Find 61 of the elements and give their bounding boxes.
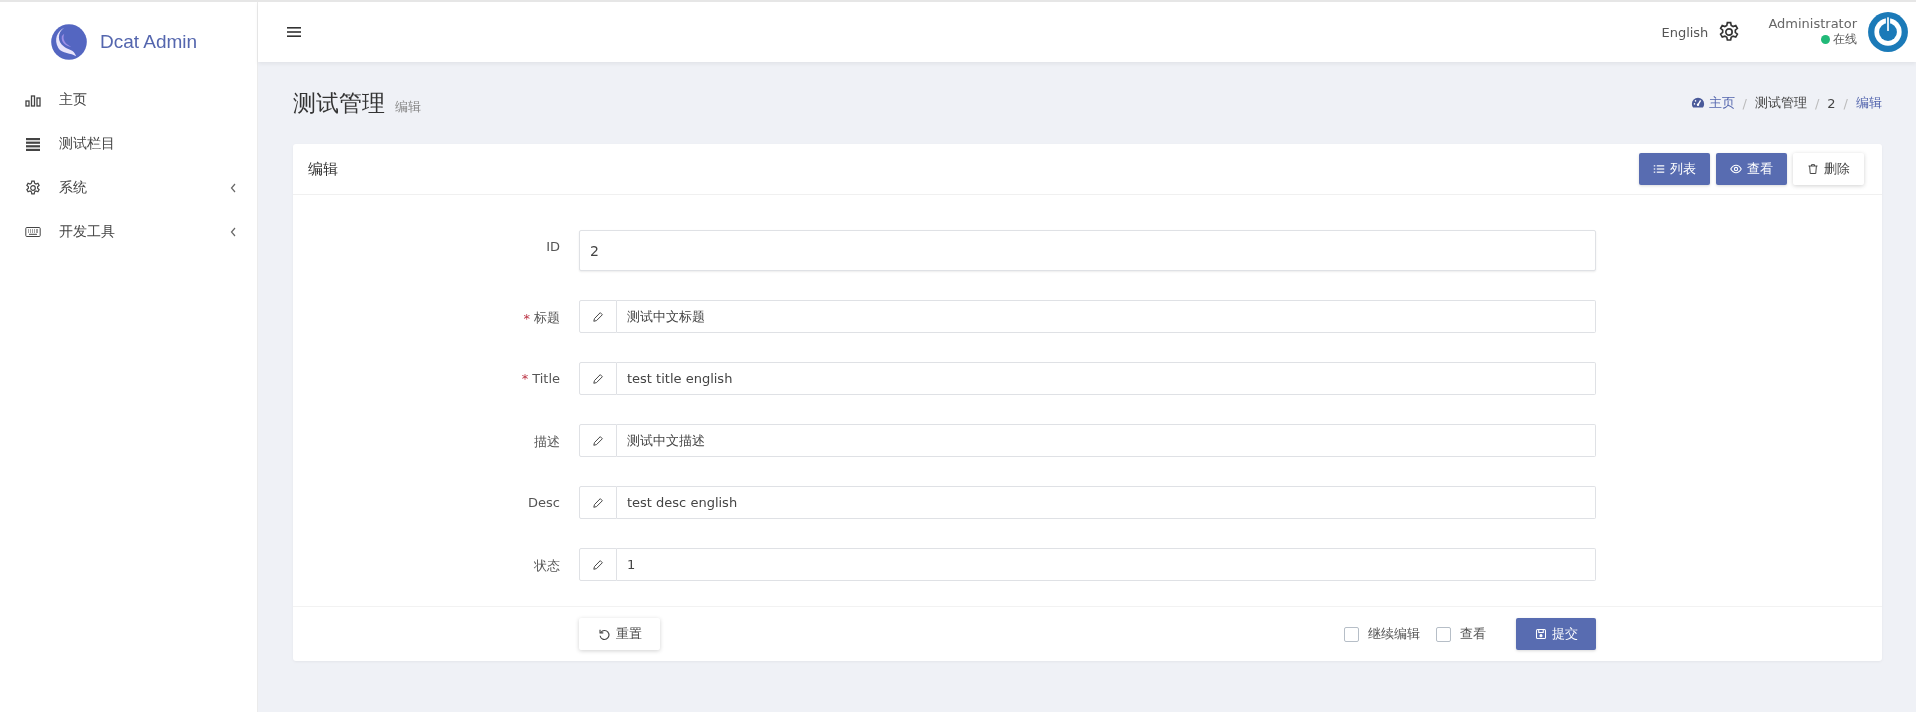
view-button[interactable]: 查看 — [1716, 153, 1787, 185]
required-mark: * — [521, 371, 529, 386]
keyboard-icon — [25, 224, 41, 240]
brand-name: Dcat Admin — [100, 31, 198, 53]
pencil-icon — [592, 372, 604, 385]
breadcrumb-separator: / — [1742, 95, 1747, 111]
pencil-icon — [592, 310, 604, 323]
page-title: 测试管理 — [293, 88, 385, 118]
input-field[interactable]: 2 — [579, 230, 1596, 271]
list-icon — [25, 136, 41, 152]
status-text: 在线 — [1833, 31, 1857, 48]
menu-icon — [286, 24, 302, 40]
field-label: ID — [546, 239, 560, 254]
page-subtitle: 编辑 — [395, 97, 421, 116]
settings-icon — [1718, 21, 1741, 43]
gear-icon — [25, 180, 41, 196]
trash-icon — [1807, 163, 1819, 175]
input-field[interactable]: test title english — [617, 362, 1596, 395]
breadcrumb-separator: / — [1843, 95, 1848, 111]
pencil-icon — [592, 434, 604, 447]
sidebar-item[interactable]: 开发工具 — [0, 210, 257, 254]
field-label: 描述 — [534, 433, 560, 451]
required-mark: * — [523, 310, 530, 326]
pencil-icon — [592, 496, 604, 509]
submit-button[interactable]: 提交 — [1516, 618, 1596, 650]
checkbox[interactable] — [1344, 626, 1359, 642]
breadcrumb-separator: / — [1814, 95, 1820, 111]
breadcrumb-item[interactable]: 编辑 — [1856, 94, 1882, 112]
sidebar-item[interactable]: 主页 — [0, 78, 257, 122]
sidebar-item[interactable]: 测试栏目 — [0, 122, 257, 166]
undo-icon — [597, 627, 611, 641]
input-field[interactable]: 1 — [617, 548, 1596, 581]
eye-icon — [1730, 163, 1742, 175]
status-dot — [1821, 35, 1830, 44]
input-field[interactable]: 测试中文描述 — [617, 424, 1596, 457]
breadcrumb-item: 2 — [1827, 95, 1836, 111]
input-field[interactable]: test desc english — [617, 486, 1596, 519]
field-label: Desc — [528, 495, 560, 510]
input-field[interactable]: 测试中文标题 — [617, 300, 1596, 333]
breadcrumb-item: 测试管理 — [1754, 94, 1807, 112]
list-icon — [1653, 163, 1665, 175]
dashboard-icon — [1690, 96, 1705, 110]
checkbox[interactable] — [1436, 626, 1451, 642]
bar-chart-icon — [25, 92, 41, 108]
field-label: Title — [532, 371, 560, 386]
sidebar-item[interactable]: 系统 — [0, 166, 257, 210]
field-label: 状态 — [534, 557, 560, 575]
list-button[interactable]: 列表 — [1639, 153, 1710, 185]
checkbox-label[interactable]: 继续编辑 — [1368, 625, 1420, 643]
field-label: 标题 — [534, 309, 560, 327]
reset-button[interactable]: 重置 — [579, 618, 660, 650]
user-name: Administrator — [1768, 16, 1857, 31]
save-icon — [1534, 628, 1547, 640]
language-link[interactable]: English — [1661, 24, 1709, 40]
breadcrumb-item[interactable]: 主页 — [1708, 94, 1735, 112]
avatar-icon — [1867, 11, 1909, 53]
pencil-icon — [592, 558, 604, 571]
delete-button[interactable]: 删除 — [1793, 153, 1864, 185]
card-title: 编辑 — [308, 159, 338, 179]
logo-icon — [50, 23, 88, 61]
checkbox-label[interactable]: 查看 — [1460, 625, 1486, 643]
